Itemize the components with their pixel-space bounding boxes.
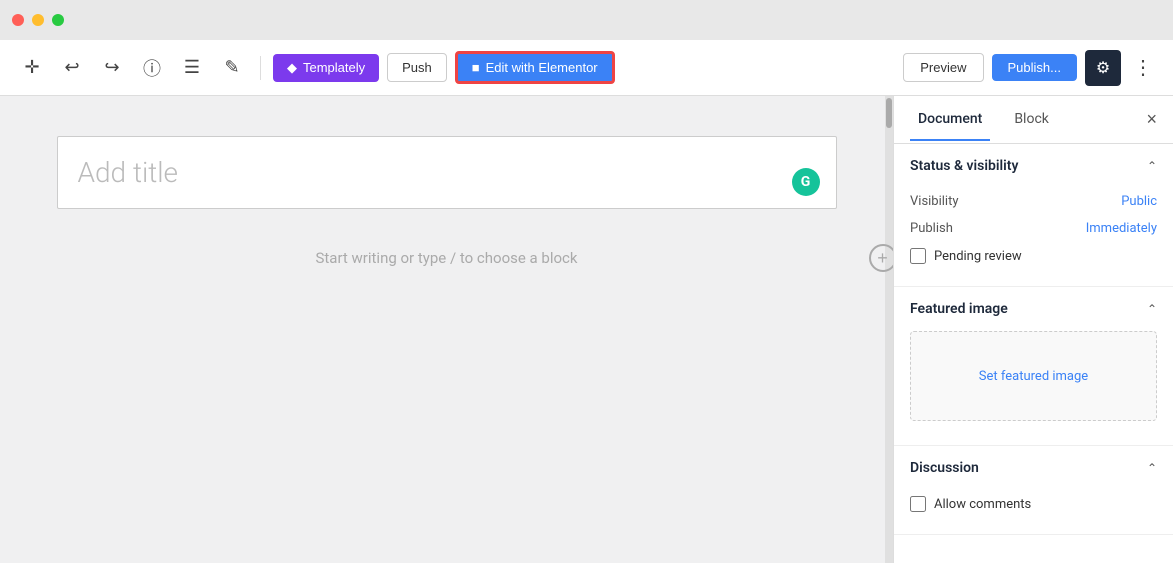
visibility-value[interactable]: Public <box>1121 194 1157 209</box>
undo-icon: ↩ <box>64 57 79 78</box>
templately-icon: ◆ <box>287 60 297 76</box>
publish-label-text: Publish <box>910 221 953 236</box>
panel-close-button[interactable]: × <box>1146 109 1157 130</box>
title-placeholder: Add title <box>78 153 816 192</box>
scroll-thumb[interactable] <box>886 98 892 128</box>
panel-tabs: Document Block × <box>894 96 1173 144</box>
visibility-row: Visibility Public <box>910 188 1157 215</box>
templately-button[interactable]: ◆ Templately <box>273 54 379 82</box>
featured-image-title: Featured image <box>910 301 1008 317</box>
discussion-title: Discussion <box>910 460 979 476</box>
featured-image-header[interactable]: Featured image ⌃ <box>894 287 1173 331</box>
allow-comments-label: Allow comments <box>934 497 1031 512</box>
featured-image-body: Set featured image <box>894 331 1173 445</box>
tab-document[interactable]: Document <box>910 99 990 141</box>
featured-image-section: Featured image ⌃ Set featured image <box>894 287 1173 446</box>
main-layout: Add title G Start writing or type / to c… <box>0 96 1173 563</box>
content-area[interactable]: Start writing or type / to choose a bloc… <box>57 229 837 287</box>
elementor-icon: ■ <box>472 60 480 75</box>
publish-row: Publish Immediately <box>910 215 1157 242</box>
title-bar <box>0 0 1173 40</box>
settings-button[interactable]: ⚙ <box>1085 50 1121 86</box>
chevron-up-icon-discussion: ⌃ <box>1147 461 1157 475</box>
pending-review-label: Pending review <box>934 249 1022 264</box>
right-panel: Document Block × Status & visibility ⌃ V… <box>893 96 1173 563</box>
list-icon: ☰ <box>184 57 200 78</box>
maximize-button[interactable] <box>52 14 64 26</box>
redo-icon: ↪ <box>104 57 119 78</box>
more-icon: ⋮ <box>1133 57 1153 79</box>
plus-circle-icon: + <box>877 248 888 269</box>
divider <box>260 56 261 80</box>
editor-area[interactable]: Add title G Start writing or type / to c… <box>0 96 893 563</box>
close-icon: × <box>1146 109 1157 129</box>
status-visibility-section: Status & visibility ⌃ Visibility Public … <box>894 144 1173 287</box>
preview-button[interactable]: Preview <box>903 53 983 82</box>
plus-icon: ✛ <box>24 57 39 78</box>
templately-label: Templately <box>303 60 365 75</box>
set-featured-image-label: Set featured image <box>979 369 1088 384</box>
status-visibility-body: Visibility Public Publish Immediately Pe… <box>894 188 1173 286</box>
visibility-label: Visibility <box>910 194 959 209</box>
list-view-button[interactable]: ☰ <box>176 52 208 84</box>
chevron-up-icon-featured: ⌃ <box>1147 302 1157 316</box>
toolbar: ✛ ↩ ↪ ⓘ ☰ ✎ ◆ Templately Push ■ Edit wit… <box>0 40 1173 96</box>
push-label: Push <box>402 60 432 75</box>
grammarly-icon: G <box>792 168 820 196</box>
tools-button[interactable]: ✎ <box>216 52 248 84</box>
title-input-area[interactable]: Add title G <box>57 136 837 209</box>
scrollbar[interactable] <box>885 96 893 563</box>
publish-button[interactable]: Publish... <box>992 54 1077 81</box>
redo-button[interactable]: ↪ <box>96 52 128 84</box>
pending-review-row: Pending review <box>910 242 1157 270</box>
undo-button[interactable]: ↩ <box>56 52 88 84</box>
status-visibility-title: Status & visibility <box>910 158 1018 174</box>
publish-value[interactable]: Immediately <box>1086 221 1157 236</box>
add-block-button[interactable]: + <box>869 244 894 272</box>
push-button[interactable]: Push <box>387 53 447 82</box>
chevron-up-icon: ⌃ <box>1147 159 1157 173</box>
allow-comments-checkbox[interactable] <box>910 496 926 512</box>
more-options-button[interactable]: ⋮ <box>1129 51 1157 84</box>
minimize-button[interactable] <box>32 14 44 26</box>
pencil-icon: ✎ <box>224 57 239 78</box>
preview-label: Preview <box>920 60 966 75</box>
discussion-body: Allow comments <box>894 490 1173 534</box>
discussion-section: Discussion ⌃ Allow comments <box>894 446 1173 535</box>
add-block-toolbar-button[interactable]: ✛ <box>16 52 48 84</box>
content-placeholder: Start writing or type / to choose a bloc… <box>315 249 577 267</box>
elementor-label: Edit with Elementor <box>486 60 598 75</box>
featured-image-box[interactable]: Set featured image <box>910 331 1157 421</box>
pending-review-checkbox[interactable] <box>910 248 926 264</box>
gear-icon: ⚙ <box>1096 58 1110 78</box>
status-visibility-header[interactable]: Status & visibility ⌃ <box>894 144 1173 188</box>
info-button[interactable]: ⓘ <box>136 52 168 84</box>
info-icon: ⓘ <box>143 55 161 81</box>
editor-content: Add title G Start writing or type / to c… <box>57 136 837 287</box>
allow-comments-row: Allow comments <box>910 490 1157 518</box>
discussion-header[interactable]: Discussion ⌃ <box>894 446 1173 490</box>
close-button[interactable] <box>12 14 24 26</box>
edit-with-elementor-button[interactable]: ■ Edit with Elementor <box>455 51 615 84</box>
tab-block[interactable]: Block <box>1006 99 1057 141</box>
publish-label: Publish... <box>1008 60 1061 75</box>
